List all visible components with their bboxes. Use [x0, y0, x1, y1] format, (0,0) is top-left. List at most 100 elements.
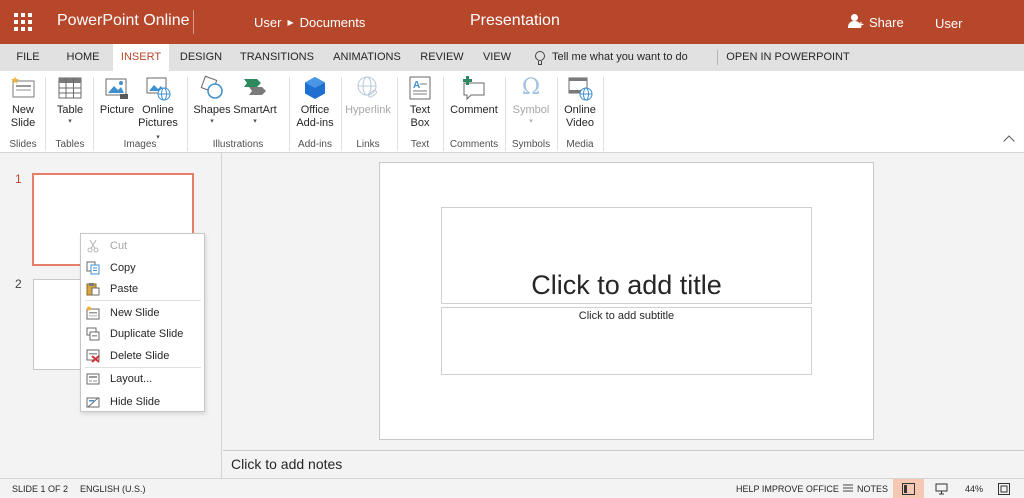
document-title[interactable]: Presentation	[470, 12, 560, 30]
menu-item-copy-label: Copy	[110, 261, 136, 274]
zoom-level[interactable]: 44%	[965, 479, 983, 498]
hyperlink-icon	[355, 75, 381, 101]
smartart-button[interactable]: SmartArt ▾	[232, 75, 278, 127]
menu-item-duplicate-slide-label: Duplicate Slide	[110, 327, 184, 340]
tell-me-search[interactable]: Tell me what you want to do	[535, 44, 688, 71]
text-box-button[interactable]: A Text Box	[402, 75, 438, 130]
menu-item-cut-label: Cut	[110, 239, 128, 252]
menu-item-hide-slide[interactable]: Hide Slide	[81, 391, 204, 412]
text-box-label-1: Text	[409, 104, 431, 116]
breadcrumb-documents[interactable]: Documents	[300, 15, 366, 30]
language-indicator[interactable]: ENGLISH (U.S.)	[80, 479, 146, 498]
app-launcher-icon[interactable]	[14, 13, 32, 31]
menu-item-paste[interactable]: Paste	[81, 278, 204, 299]
new-slide-icon	[86, 306, 100, 320]
office-addins-button[interactable]: Office Add-ins	[294, 75, 336, 130]
smartart-label: SmartArt	[233, 104, 277, 116]
slide-number-2: 2	[15, 277, 22, 291]
symbol-button[interactable]: Ω Symbol ▾	[508, 75, 554, 127]
slide-number-1: 1	[15, 172, 22, 186]
menu-item-copy[interactable]: Copy	[81, 257, 204, 278]
online-pictures-icon	[145, 75, 171, 101]
breadcrumb-arrow-icon: ▶	[287, 18, 294, 27]
fit-to-window-icon	[998, 483, 1010, 495]
group-divider	[289, 77, 290, 151]
tab-design[interactable]: DESIGN	[176, 44, 226, 71]
user-account-button[interactable]: User	[935, 16, 962, 31]
tab-home[interactable]: HOME	[58, 44, 108, 71]
table-button[interactable]: Table ▾	[52, 75, 88, 127]
tab-transitions[interactable]: TRANSITIONS	[236, 44, 318, 71]
office-addins-icon	[302, 75, 328, 101]
online-video-icon	[567, 75, 593, 101]
share-button[interactable]: + Share	[848, 14, 904, 31]
hyperlink-button[interactable]: Hyperlink	[343, 75, 393, 117]
comment-icon	[461, 75, 487, 101]
notes-toggle-button[interactable]: NOTES	[843, 479, 888, 498]
slideshow-button[interactable]	[935, 479, 948, 498]
shapes-icon	[199, 75, 225, 101]
menu-item-layout-label: Layout...	[110, 372, 153, 385]
collapse-ribbon-icon[interactable]	[1003, 135, 1015, 147]
symbol-dropdown-icon: ▾	[529, 118, 533, 125]
breadcrumb: User ▶ Documents	[254, 15, 365, 30]
online-video-button[interactable]: Online Video	[561, 75, 599, 130]
smartart-icon	[242, 75, 268, 101]
tab-file[interactable]: FILE	[8, 44, 48, 71]
group-label-images: Images	[123, 139, 157, 150]
group-divider	[397, 77, 398, 151]
omega-symbol-icon: Ω	[521, 75, 541, 100]
group-divider	[187, 77, 188, 151]
delete-slide-icon	[86, 349, 100, 363]
group-label-addins: Add-ins	[298, 139, 332, 150]
group-label-illustrations: Illustrations	[212, 139, 264, 150]
tab-insert[interactable]: INSERT	[113, 44, 169, 71]
app-name[interactable]: PowerPoint Online	[57, 12, 190, 30]
slide-context-menu: Cut Copy Paste New Slide Duplicate Slide…	[80, 233, 205, 412]
group-label-comments: Comments	[449, 139, 499, 150]
fit-to-window-button[interactable]	[998, 479, 1010, 498]
menu-item-cut[interactable]: Cut	[81, 235, 204, 256]
menu-item-new-slide[interactable]: New Slide	[81, 302, 204, 323]
office-addins-label-1: Office	[300, 104, 330, 116]
picture-button[interactable]: Picture	[98, 75, 136, 117]
ribbon-tabs: FILE HOME INSERT DESIGN TRANSITIONS ANIM…	[0, 44, 1024, 71]
help-improve-office-link[interactable]: HELP IMPROVE OFFICE	[736, 479, 839, 498]
normal-view-button[interactable]	[893, 479, 924, 498]
scissors-icon	[86, 239, 100, 253]
ribbon-insert: New Slide Slides Table ▾ Tables Picture …	[0, 71, 1024, 153]
notes-pane[interactable]: Click to add notes	[223, 450, 1024, 478]
slide-count: SLIDE 1 OF 2	[12, 484, 69, 494]
menu-item-delete-slide[interactable]: Delete Slide	[81, 345, 204, 366]
picture-label: Picture	[99, 104, 135, 116]
tab-review[interactable]: REVIEW	[417, 44, 467, 71]
subtitle-placeholder[interactable]: Click to add subtitle	[441, 307, 812, 375]
breadcrumb-user[interactable]: User	[254, 15, 281, 30]
group-label-slides: Slides	[9, 139, 37, 150]
comment-button[interactable]: Comment	[448, 75, 500, 117]
status-bar: SLIDE 1 OF 2 ENGLISH (U.S.) HELP IMPROVE…	[0, 478, 1024, 498]
online-pictures-label-2: Pictures	[138, 117, 178, 129]
layout-icon	[86, 372, 100, 386]
tab-animations[interactable]: ANIMATIONS	[327, 44, 407, 71]
notes-label: NOTES	[857, 484, 889, 494]
menu-item-new-slide-label: New Slide	[110, 306, 160, 319]
online-pictures-label-1: Online	[142, 104, 174, 116]
title-bar: PowerPoint Online User ▶ Documents Prese…	[0, 0, 1024, 44]
tab-view[interactable]: VIEW	[477, 44, 517, 71]
online-pictures-button[interactable]: Online Pictures ▾	[136, 75, 180, 143]
menu-item-layout[interactable]: Layout...	[81, 368, 204, 389]
office-addins-label-2: Add-ins	[296, 117, 334, 129]
group-divider	[557, 77, 558, 151]
title-placeholder[interactable]: Click to add title	[441, 207, 812, 304]
shapes-button[interactable]: Shapes ▾	[192, 75, 232, 127]
online-video-label-2: Video	[566, 117, 594, 129]
new-slide-button[interactable]: New Slide	[4, 75, 42, 130]
menu-item-duplicate-slide[interactable]: Duplicate Slide	[81, 323, 204, 344]
notes-icon	[843, 479, 853, 498]
copy-icon	[86, 261, 100, 275]
symbol-label: Symbol	[512, 104, 550, 116]
open-in-powerpoint-button[interactable]: OPEN IN POWERPOINT	[726, 44, 850, 71]
text-box-icon: A	[407, 75, 433, 101]
table-icon	[57, 75, 83, 101]
